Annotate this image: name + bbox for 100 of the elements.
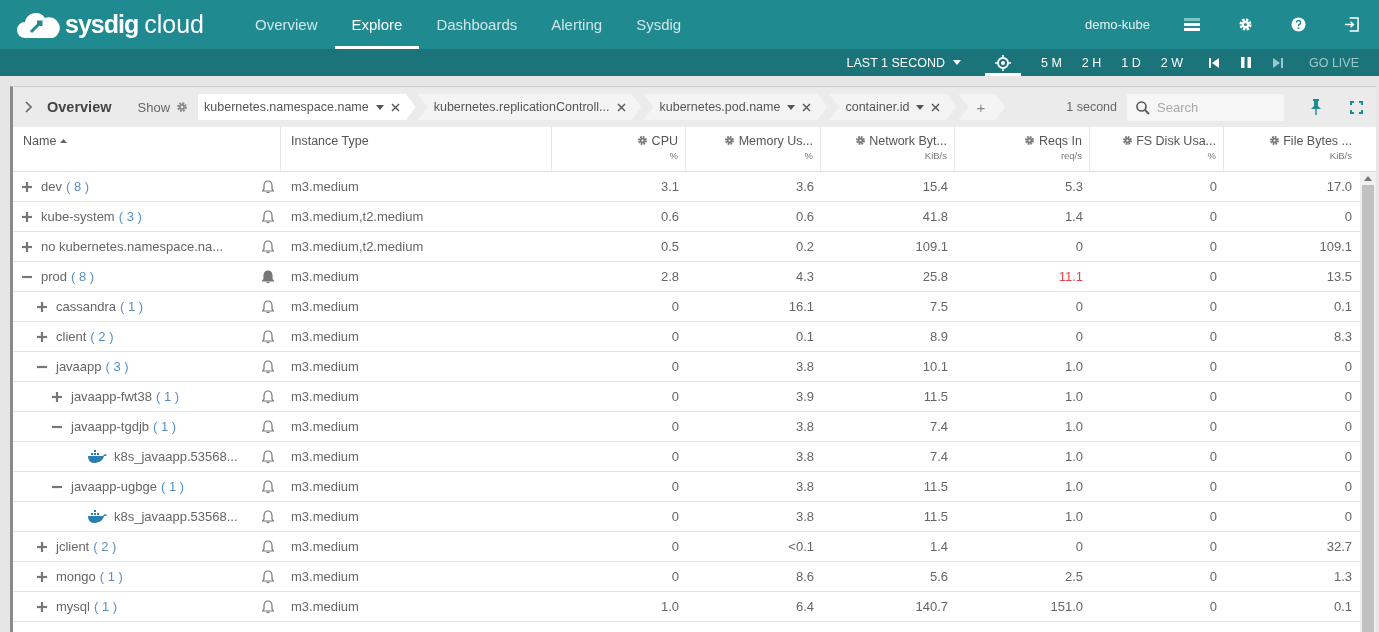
close-icon[interactable] [931, 102, 941, 112]
column-header[interactable]: File Bytes ... KiB/s [1224, 127, 1359, 171]
settings-icon[interactable] [1238, 17, 1253, 32]
add-grouping-button[interactable]: + [958, 94, 1006, 120]
logout-icon[interactable] [1344, 17, 1359, 32]
grouping-chip[interactable]: kubernetes.replicationControll... [417, 94, 642, 120]
time-preset[interactable]: 5 M [1031, 55, 1072, 70]
bell-icon[interactable] [262, 329, 274, 344]
plus-icon[interactable] [22, 241, 32, 252]
sort-icon[interactable] [60, 139, 68, 143]
go-live-button[interactable]: GO LIVE [1308, 55, 1359, 70]
close-icon[interactable] [616, 102, 626, 112]
row-name[interactable]: cassandra [56, 299, 116, 314]
bell-icon[interactable] [262, 179, 274, 194]
caret-icon[interactable] [787, 104, 796, 110]
plus-icon[interactable] [37, 331, 47, 342]
row-name[interactable]: mysql [56, 599, 90, 614]
column-header[interactable]: Name [13, 127, 281, 171]
pause-icon[interactable] [1240, 57, 1251, 68]
bell-icon[interactable] [262, 539, 274, 554]
column-header[interactable]: CPU % [552, 127, 686, 171]
row-name[interactable]: javaapp-tgdjb [71, 419, 150, 434]
bell-icon[interactable] [262, 599, 274, 614]
table-cell-text: 15.4 [921, 178, 949, 196]
row-name[interactable]: k8s_javaapp.53568... [114, 449, 238, 464]
gear-icon[interactable] [637, 135, 649, 146]
column-header[interactable]: Instance Type [281, 127, 552, 171]
grouping-chip[interactable]: kubernetes.pod.name [643, 94, 828, 120]
gear-icon[interactable] [724, 135, 736, 146]
close-icon[interactable] [802, 102, 812, 112]
nav-tab[interactable]: Dashboards [419, 0, 535, 49]
row-name[interactable]: no kubernetes.namespace.na... [41, 239, 224, 254]
row-name[interactable]: kube-system [41, 209, 115, 224]
bell-icon[interactable] [262, 569, 274, 584]
bell-icon[interactable] [262, 359, 274, 374]
table-cell-text: 3.8 [794, 448, 815, 466]
bell-icon[interactable] [262, 419, 274, 434]
caret-icon[interactable] [375, 104, 384, 110]
gear-icon[interactable] [854, 135, 866, 146]
bell-icon[interactable] [262, 389, 274, 404]
bell-icon[interactable] [262, 479, 274, 494]
stack-icon[interactable] [1184, 17, 1200, 32]
skip-back-icon[interactable] [1208, 57, 1219, 68]
search-field[interactable]: Search [1127, 93, 1284, 121]
row-name[interactable]: dev [41, 179, 62, 194]
plus-icon[interactable] [37, 601, 47, 612]
nav-tab[interactable]: Alerting [534, 0, 620, 49]
caret-icon[interactable] [953, 59, 961, 65]
scrollbar[interactable] [1360, 172, 1376, 632]
column-header[interactable]: FS Disk Usa... % [1090, 127, 1224, 171]
time-preset[interactable]: 1 D [1111, 55, 1151, 70]
time-preset[interactable]: 2 H [1071, 55, 1112, 70]
pin-icon[interactable] [1310, 99, 1322, 115]
table-cell-text: m3.medium [290, 298, 360, 316]
bell-icon[interactable] [262, 209, 274, 224]
gear-icon[interactable] [1024, 135, 1036, 146]
fullscreen-icon[interactable] [1350, 100, 1363, 114]
column-header[interactable]: Network Byt... KiB/s [821, 127, 955, 171]
bell-icon[interactable] [262, 239, 274, 254]
table-cell-text: 0 [670, 298, 680, 316]
gear-icon[interactable] [1268, 135, 1280, 146]
row-name[interactable]: k8s_javaapp.53568... [114, 509, 238, 524]
row-name[interactable]: javaapp-ugbge [71, 479, 158, 494]
nav-tab[interactable]: Overview [238, 0, 335, 49]
grouping-chip[interactable]: container.id [829, 94, 957, 120]
table-cell-text: 17.0 [1325, 178, 1353, 196]
table-cell-text: 3.9 [794, 388, 815, 406]
grouping-chip[interactable]: kubernetes.namespace.name [198, 94, 416, 120]
bell-icon[interactable] [262, 269, 274, 284]
settings-icon[interactable] [176, 101, 189, 113]
row-name[interactable]: client [56, 329, 87, 344]
table-cell-text: 0 [1208, 448, 1218, 466]
row-name[interactable]: mongo [56, 569, 96, 584]
table-cell-text: 0 [670, 448, 680, 466]
row-name[interactable]: prod [41, 269, 68, 284]
nav-tab[interactable]: Sysdig [619, 0, 699, 49]
plus-icon[interactable] [52, 391, 62, 402]
chevron-right-icon[interactable] [25, 101, 33, 113]
bell-icon[interactable] [262, 449, 274, 464]
row-name[interactable]: jclient [56, 539, 90, 554]
bell-icon[interactable] [262, 509, 274, 524]
column-header[interactable]: Reqs In req/s [955, 127, 1090, 171]
column-header[interactable]: Memory Us... % [686, 127, 821, 171]
user-name[interactable]: demo-kube [1084, 17, 1150, 32]
gear-icon[interactable] [1121, 135, 1133, 146]
help-icon[interactable] [1291, 17, 1306, 32]
plus-icon[interactable] [22, 211, 32, 222]
bell-icon[interactable] [262, 299, 274, 314]
time-range-dropdown[interactable]: LAST 1 SECOND [846, 55, 961, 70]
row-name[interactable]: javaapp [56, 359, 102, 374]
plus-icon[interactable] [37, 301, 47, 312]
row-name[interactable]: javaapp-fwt38 [71, 389, 152, 404]
plus-icon[interactable] [37, 541, 47, 552]
plus-icon[interactable] [37, 571, 47, 582]
time-preset[interactable]: 2 W [1150, 55, 1193, 70]
close-icon[interactable] [390, 102, 400, 112]
caret-icon[interactable] [916, 104, 925, 110]
scroll-up-icon[interactable] [1364, 176, 1372, 181]
plus-icon[interactable] [22, 181, 32, 192]
skip-forward-icon[interactable] [1272, 57, 1283, 68]
